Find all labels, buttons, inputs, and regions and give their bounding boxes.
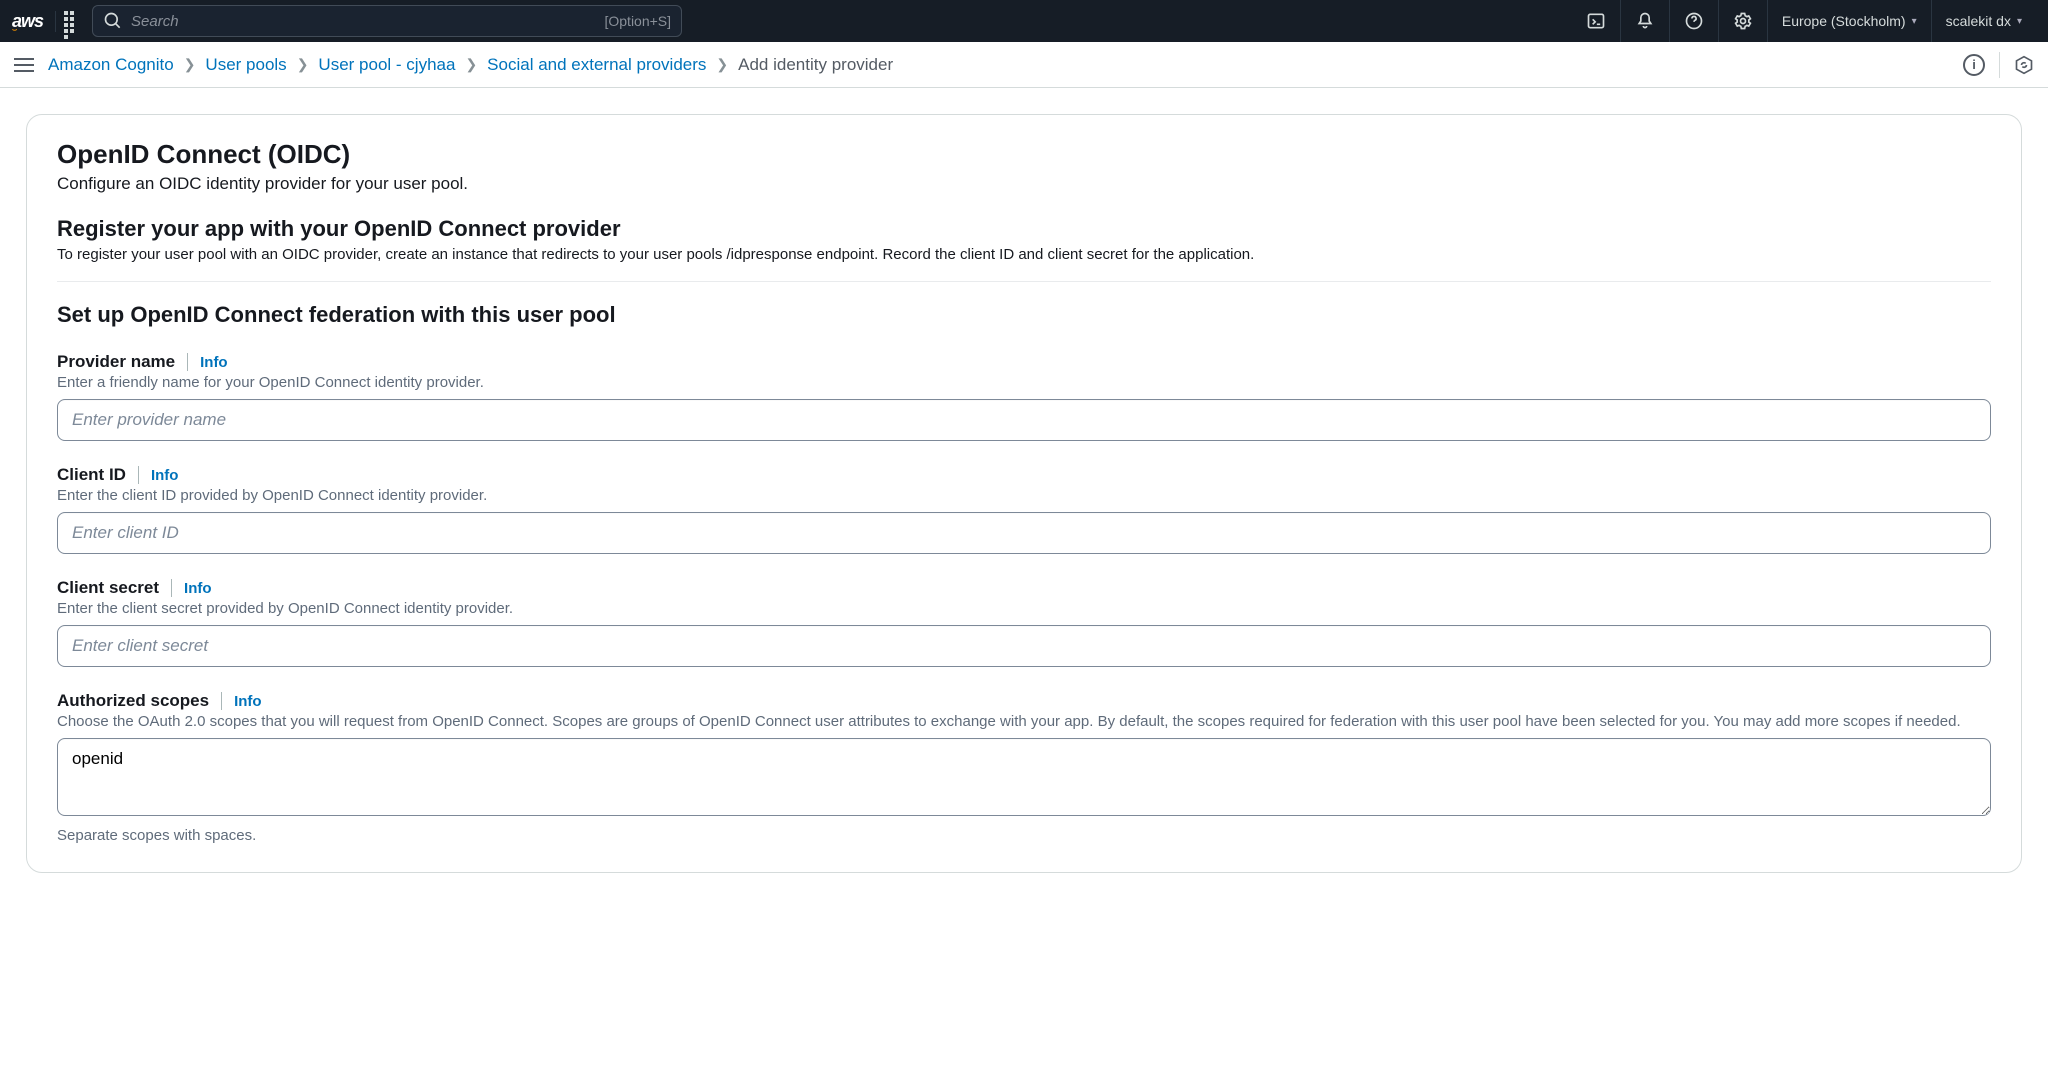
cloudshell-icon[interactable] (1572, 0, 1620, 42)
breadcrumb-link[interactable]: Social and external providers (487, 55, 706, 75)
provider-name-label: Provider name (57, 352, 175, 372)
divider (171, 579, 172, 597)
global-nav: aws⌣ [Option+S] Europe (Stockholm) scale… (0, 0, 2048, 42)
topnav-actions: Europe (Stockholm) scalekit dx (1572, 0, 2036, 42)
page-title: OpenID Connect (OIDC) (57, 139, 1991, 170)
info-link[interactable]: Info (151, 467, 179, 484)
section-divider (57, 281, 1991, 282)
scopes-input[interactable] (57, 738, 1991, 816)
account-menu[interactable]: scalekit dx (1931, 0, 2036, 42)
chevron-right-icon: ❯ (184, 56, 196, 73)
settings-icon[interactable] (1718, 0, 1767, 42)
info-link[interactable]: Info (234, 693, 262, 710)
divider (138, 466, 139, 484)
scopes-hint: Choose the OAuth 2.0 scopes that you wil… (57, 713, 1991, 730)
info-link[interactable]: Info (184, 580, 212, 597)
client-secret-label: Client secret (57, 578, 159, 598)
client-secret-hint: Enter the client secret provided by Open… (57, 600, 1991, 617)
divider (221, 692, 222, 710)
provider-name-input[interactable] (57, 399, 1991, 441)
services-grid-icon[interactable] (64, 11, 84, 31)
register-desc: To register your user pool with an OIDC … (57, 246, 1991, 263)
field-client-secret: Client secret Info Enter the client secr… (57, 578, 1991, 667)
search-icon (103, 11, 123, 31)
breadcrumb-link[interactable]: User pools (205, 55, 286, 75)
search-input[interactable] (131, 13, 596, 30)
client-secret-input[interactable] (57, 625, 1991, 667)
scopes-label: Authorized scopes (57, 691, 209, 711)
oidc-config-card: OpenID Connect (OIDC) Configure an OIDC … (26, 114, 2022, 873)
field-client-id: Client ID Info Enter the client ID provi… (57, 465, 1991, 554)
page-subtitle: Configure an OIDC identity provider for … (57, 174, 1991, 194)
divider (1999, 52, 2000, 78)
help-icon[interactable] (1669, 0, 1718, 42)
chevron-right-icon: ❯ (297, 56, 309, 73)
sync-icon[interactable] (2014, 55, 2034, 75)
client-id-input[interactable] (57, 512, 1991, 554)
chevron-right-icon: ❯ (465, 56, 477, 73)
breadcrumb-bar: Amazon Cognito ❯ User pools ❯ User pool … (0, 42, 2048, 88)
scopes-posthint: Separate scopes with spaces. (57, 827, 1991, 844)
breadcrumb-link[interactable]: User pool - cjyhaa (318, 55, 455, 75)
client-id-label: Client ID (57, 465, 126, 485)
provider-name-hint: Enter a friendly name for your OpenID Co… (57, 374, 1991, 391)
field-authorized-scopes: Authorized scopes Info Choose the OAuth … (57, 691, 1991, 844)
aws-logo[interactable]: aws⌣ (12, 11, 56, 32)
search-shortcut: [Option+S] (604, 13, 671, 29)
global-search[interactable]: [Option+S] (92, 5, 682, 37)
setup-heading: Set up OpenID Connect federation with th… (57, 302, 1991, 328)
side-nav-toggle-icon[interactable] (14, 54, 34, 76)
breadcrumb: Amazon Cognito ❯ User pools ❯ User pool … (48, 55, 893, 75)
notifications-icon[interactable] (1620, 0, 1669, 42)
breadcrumb-link[interactable]: Amazon Cognito (48, 55, 174, 75)
register-heading: Register your app with your OpenID Conne… (57, 216, 1991, 242)
client-id-hint: Enter the client ID provided by OpenID C… (57, 487, 1991, 504)
info-link[interactable]: Info (200, 354, 228, 371)
chevron-right-icon: ❯ (716, 56, 728, 73)
field-provider-name: Provider name Info Enter a friendly name… (57, 352, 1991, 441)
region-selector[interactable]: Europe (Stockholm) (1767, 0, 1931, 42)
info-panel-icon[interactable]: i (1963, 54, 1985, 76)
breadcrumb-current: Add identity provider (738, 55, 893, 75)
divider (187, 353, 188, 371)
